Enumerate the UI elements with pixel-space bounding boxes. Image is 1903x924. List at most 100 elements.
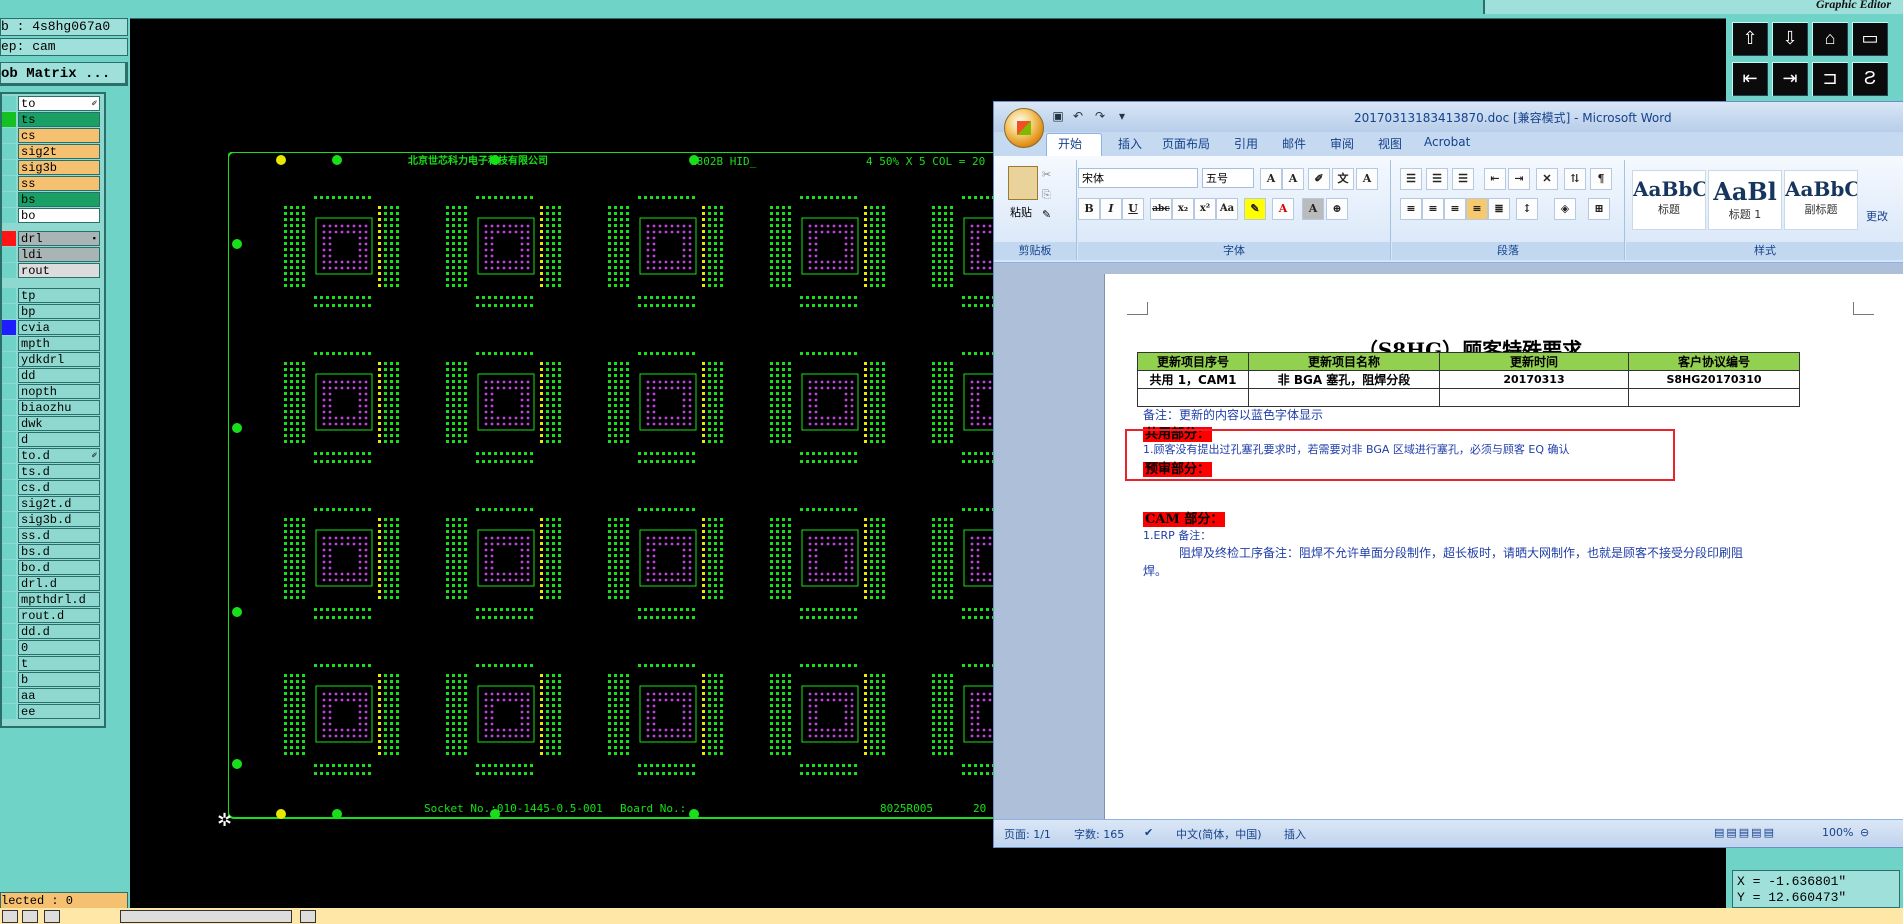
tab-review[interactable]: 审阅 xyxy=(1330,135,1354,152)
tab-page-layout[interactable]: 页面布局 xyxy=(1162,135,1210,152)
table-cell[interactable]: 20170313 xyxy=(1439,370,1629,389)
layer-row[interactable]: rout.d xyxy=(2,608,102,623)
table-cell[interactable]: 非 BGA 塞孔，阻焊分段 xyxy=(1248,370,1440,389)
layer-row[interactable]: drl ▪ xyxy=(2,231,102,246)
tool-button-1[interactable]: ⇧ xyxy=(1730,20,1770,58)
layer-row[interactable]: bs.d xyxy=(2,544,102,559)
layer-swatch[interactable] xyxy=(2,688,16,703)
layer-row[interactable]: to.d ✐ xyxy=(2,448,102,463)
show-marks-icon[interactable]: ¶ xyxy=(1590,168,1612,190)
decrease-indent-icon[interactable]: ⇤ xyxy=(1484,168,1506,190)
layer-name[interactable]: biaozhu xyxy=(18,400,100,415)
layer-name[interactable]: bp xyxy=(18,304,100,319)
layer-name[interactable]: bs xyxy=(18,192,100,207)
layer-swatch[interactable] xyxy=(2,448,16,463)
bottom-button[interactable] xyxy=(300,910,316,923)
layer-name[interactable]: sig3b.d xyxy=(18,512,100,527)
layer-row[interactable]: nopth xyxy=(2,384,102,399)
layer-row[interactable]: sig3b.d xyxy=(2,512,102,527)
layer-row[interactable]: cs xyxy=(2,128,102,143)
layer-row[interactable]: dd xyxy=(2,368,102,383)
layer-swatch[interactable] xyxy=(2,144,16,159)
layer-row[interactable]: ts xyxy=(2,112,102,127)
strikethrough-icon[interactable]: abc xyxy=(1150,198,1172,220)
page-count[interactable]: 页面: 1/1 xyxy=(1004,826,1051,842)
layer-swatch[interactable] xyxy=(2,384,16,399)
format-painter-icon[interactable]: ✎ xyxy=(1042,208,1051,221)
style-heading1[interactable]: AaBl 标题 1 xyxy=(1708,170,1782,230)
align-left-icon[interactable]: ≡ xyxy=(1400,198,1422,220)
layer-name[interactable]: sig2t xyxy=(18,144,100,159)
grow-font-icon[interactable]: A xyxy=(1260,168,1282,190)
layer-row[interactable]: dd.d xyxy=(2,624,102,639)
tool-button-4[interactable]: ▭ xyxy=(1850,20,1890,58)
layer-name[interactable]: dd.d xyxy=(18,624,100,639)
style-subtitle[interactable]: AaBbC 副标题 xyxy=(1784,170,1858,230)
layer-row[interactable]: bo xyxy=(2,208,102,223)
layer-name[interactable]: b xyxy=(18,672,100,687)
layer-name[interactable]: bo.d xyxy=(18,560,100,575)
multilevel-icon[interactable]: ☰ xyxy=(1452,168,1474,190)
bottom-button[interactable] xyxy=(22,910,38,923)
table-cell[interactable]: 共用 1，CAM1 xyxy=(1137,370,1249,389)
layer-row[interactable]: mpthdrl.d xyxy=(2,592,102,607)
phonetic-icon[interactable]: 文 xyxy=(1332,168,1354,190)
layer-row[interactable]: dwk xyxy=(2,416,102,431)
layer-name[interactable]: t xyxy=(18,656,100,671)
layer-swatch[interactable] xyxy=(2,512,16,527)
underline-icon[interactable]: U xyxy=(1122,198,1144,220)
layer-name[interactable]: rout xyxy=(18,263,100,278)
layer-swatch[interactable] xyxy=(2,608,16,623)
layer-swatch[interactable] xyxy=(2,336,16,351)
undo-icon[interactable]: ↶ xyxy=(1070,109,1086,125)
zoom-out-icon[interactable]: ⊖ xyxy=(1860,826,1869,839)
layer-swatch[interactable] xyxy=(2,320,16,335)
bold-icon[interactable]: B xyxy=(1078,198,1100,220)
bullets-icon[interactable]: ☰ xyxy=(1400,168,1422,190)
table-cell[interactable]: S8HG20170310 xyxy=(1628,370,1800,389)
layer-row[interactable]: ss.d xyxy=(2,528,102,543)
layer-swatch[interactable] xyxy=(2,544,16,559)
cut-icon[interactable]: ✂ xyxy=(1042,168,1051,181)
tab-insert[interactable]: 插入 xyxy=(1118,135,1142,152)
layer-name[interactable]: drl.d xyxy=(18,576,100,591)
office-button[interactable] xyxy=(1004,108,1044,148)
language[interactable]: 中文(简体，中国) xyxy=(1176,826,1262,842)
layer-row[interactable]: ss xyxy=(2,176,102,191)
numbering-icon[interactable]: ☰ xyxy=(1426,168,1448,190)
increase-indent-icon[interactable]: ⇥ xyxy=(1508,168,1530,190)
layer-swatch[interactable] xyxy=(2,96,16,111)
layer-row[interactable]: cs.d xyxy=(2,480,102,495)
change-styles-label[interactable]: 更改 xyxy=(1866,208,1888,224)
layer-swatch[interactable] xyxy=(2,368,16,383)
layer-swatch[interactable] xyxy=(2,432,16,447)
layer-name[interactable]: aa xyxy=(18,688,100,703)
layer-swatch[interactable] xyxy=(2,560,16,575)
tool-button-3[interactable]: ⌂ xyxy=(1810,20,1850,58)
justify-icon[interactable]: ≡ xyxy=(1466,198,1488,220)
layer-row[interactable]: bp xyxy=(2,304,102,319)
layer-name[interactable]: nopth xyxy=(18,384,100,399)
layer-row[interactable]: tp xyxy=(2,288,102,303)
layer-row[interactable]: biaozhu xyxy=(2,400,102,415)
sort-icon[interactable]: ⇅ xyxy=(1564,168,1586,190)
qat-menu-icon[interactable]: ▾ xyxy=(1114,109,1130,125)
tool-button-7[interactable]: ⊐ xyxy=(1810,60,1850,98)
layer-swatch[interactable] xyxy=(2,112,16,127)
layer-name[interactable]: drl ▪ xyxy=(18,231,100,246)
layer-row[interactable]: rout xyxy=(2,263,102,278)
word-count[interactable]: 字数: 165 xyxy=(1074,826,1124,842)
layer-name[interactable]: sig3b xyxy=(18,160,100,175)
layer-row[interactable]: cvia xyxy=(2,320,102,335)
layer-swatch[interactable] xyxy=(2,528,16,543)
tab-references[interactable]: 引用 xyxy=(1234,135,1258,152)
align-right-icon[interactable]: ≡ xyxy=(1444,198,1466,220)
clear-format-icon[interactable]: ✐ xyxy=(1308,168,1330,190)
layer-swatch[interactable] xyxy=(2,160,16,175)
paste-label[interactable]: 粘贴 xyxy=(1010,204,1032,220)
layer-swatch[interactable] xyxy=(2,496,16,511)
bottom-button[interactable] xyxy=(2,910,18,923)
layer-name[interactable]: dd xyxy=(18,368,100,383)
layer-name[interactable]: bs.d xyxy=(18,544,100,559)
job-matrix-button[interactable]: ob Matrix ... xyxy=(0,62,128,86)
